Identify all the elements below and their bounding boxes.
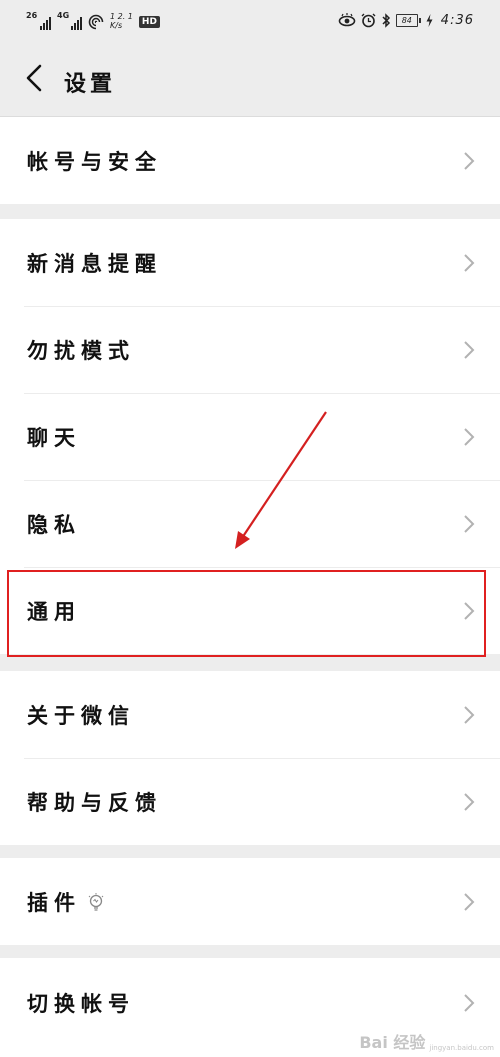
- status-bar: 26 4G 1 2. 1 K/s HD 84 4:36: [0, 0, 500, 44]
- network-speed: 1 2. 1 K/s: [110, 12, 133, 30]
- chevron-right-icon: [464, 705, 475, 724]
- status-left: 26 4G 1 2. 1 K/s HD: [26, 10, 160, 30]
- settings-item-label: 插件: [27, 887, 105, 917]
- settings-item-account-security[interactable]: 帐号与安全: [0, 117, 500, 204]
- settings-item-chats[interactable]: 聊天: [0, 393, 500, 480]
- settings-item-notifications[interactable]: 新消息提醒: [0, 219, 500, 306]
- battery-level: 84: [401, 15, 412, 25]
- status-right: 84 4:36: [338, 11, 474, 29]
- chevron-right-icon: [464, 253, 475, 272]
- chevron-right-icon: [464, 892, 475, 911]
- header: 设置: [0, 44, 500, 117]
- settings-item-label: 切换帐号: [27, 991, 135, 1016]
- chevron-right-icon: [464, 792, 475, 811]
- page-title: 设置: [64, 71, 117, 97]
- clock: 4:36: [440, 12, 474, 28]
- chevron-right-icon: [464, 151, 475, 170]
- watermark: Bai 经验 jingyan.baidu.com: [359, 1029, 494, 1053]
- chevron-right-icon: [464, 601, 475, 620]
- back-arrow-icon: [26, 64, 42, 92]
- settings-item-label: 勿扰模式: [27, 337, 135, 363]
- settings-item-label: 隐私: [27, 511, 81, 537]
- settings-item-label: 关于微信: [27, 702, 135, 728]
- lightbulb-icon: [88, 892, 104, 911]
- settings-item-about-wechat[interactable]: 关于微信: [0, 671, 500, 758]
- watermark-brand: Bai 经验: [359, 1033, 426, 1052]
- network-speed-value: 1 2. 1: [110, 12, 133, 21]
- signal-sim2-icon: 4G: [57, 11, 82, 30]
- settings-item-plugins[interactable]: 插件: [0, 858, 500, 945]
- watermark-url: jingyan.baidu.com: [429, 1044, 494, 1052]
- chevron-right-icon: [464, 994, 475, 1012]
- chevron-right-icon: [464, 340, 475, 359]
- settings-item-label: 帐号与安全: [27, 148, 162, 174]
- settings-group-account: 帐号与安全: [0, 117, 500, 204]
- settings-item-label-text: 插件: [27, 889, 81, 915]
- settings-group-plugins: 插件: [0, 858, 500, 945]
- sim2-label: 4G: [57, 11, 70, 20]
- settings-item-label: 新消息提醒: [27, 250, 162, 276]
- settings-item-label: 聊天: [27, 424, 81, 450]
- signal-sim1-icon: 26: [26, 11, 51, 30]
- sim1-label: 26: [26, 11, 38, 20]
- settings-group-main: 新消息提醒 勿扰模式 聊天 隐私 通用: [0, 219, 500, 654]
- back-button[interactable]: [14, 58, 54, 98]
- settings-item-label: 通用: [27, 598, 81, 624]
- settings-group-about: 关于微信 帮助与反馈: [0, 671, 500, 845]
- settings-item-help-feedback[interactable]: 帮助与反馈: [0, 758, 500, 845]
- network-speed-unit: K/s: [110, 21, 123, 30]
- battery-icon: 84: [395, 13, 421, 27]
- hd-badge: HD: [138, 16, 160, 28]
- alarm-icon: [361, 13, 376, 27]
- chevron-right-icon: [464, 514, 475, 533]
- bluetooth-icon: [382, 12, 390, 28]
- wifi-icon: [88, 14, 104, 30]
- settings-item-privacy[interactable]: 隐私: [0, 480, 500, 567]
- chevron-right-icon: [464, 427, 475, 446]
- settings-item-label: 帮助与反馈: [27, 789, 162, 815]
- settings-item-general[interactable]: 通用: [0, 567, 500, 654]
- settings-item-do-not-disturb[interactable]: 勿扰模式: [0, 306, 500, 393]
- eye-comfort-icon: [338, 13, 356, 27]
- charging-icon: [426, 13, 433, 27]
